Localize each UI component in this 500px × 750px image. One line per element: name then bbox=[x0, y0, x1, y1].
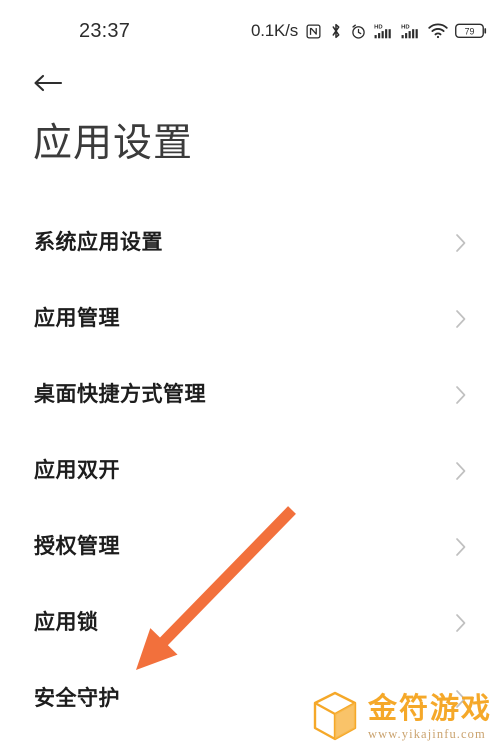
cube-logo-icon bbox=[313, 691, 357, 741]
watermark-brand: 金符游戏 bbox=[367, 693, 492, 725]
list-item-home-screen-shortcut-management[interactable]: 桌面快捷方式管理 bbox=[0, 357, 500, 433]
signal-hd-sim1-icon: HD bbox=[374, 24, 391, 39]
chevron-right-icon bbox=[456, 614, 466, 632]
arrow-left-icon bbox=[34, 74, 63, 92]
chevron-right-icon bbox=[456, 386, 466, 404]
bluetooth-icon bbox=[332, 23, 340, 39]
watermark-url: www.yikajinfu.com bbox=[367, 727, 486, 741]
signal-hd-sim2-icon: HD bbox=[401, 24, 418, 39]
network-speed-label: 0.1K/s bbox=[251, 21, 298, 40]
list-item-system-app-settings[interactable]: 系统应用设置 bbox=[0, 205, 500, 281]
list-item-label: 授权管理 bbox=[34, 535, 120, 558]
chevron-right-icon bbox=[456, 462, 466, 480]
nfc-icon bbox=[306, 23, 321, 39]
status-bar-clock: 23:37 bbox=[79, 20, 131, 42]
list-item-label: 应用锁 bbox=[34, 611, 99, 634]
alarm-clock-icon bbox=[352, 24, 365, 39]
phone-screen: 23:37 0.1K/s HD HD 79 应用设置 系统应用设置 应用管理 桌… bbox=[0, 0, 500, 750]
watermark: 金符游戏 www.yikajinfu.com bbox=[311, 690, 492, 742]
list-item-label: 桌面快捷方式管理 bbox=[34, 383, 206, 406]
list-item-label: 安全守护 bbox=[34, 687, 120, 710]
svg-text:HD: HD bbox=[401, 24, 409, 30]
wifi-icon bbox=[428, 23, 448, 39]
status-bar-indicators: 0.1K/s HD HD 79 bbox=[251, 20, 488, 42]
chevron-right-icon bbox=[456, 234, 466, 252]
chevron-right-icon bbox=[456, 310, 466, 328]
battery-icon: 79 bbox=[455, 23, 487, 39]
page-title: 应用设置 bbox=[33, 122, 194, 165]
list-item-app-lock[interactable]: 应用锁 bbox=[0, 585, 500, 661]
list-item-dual-apps[interactable]: 应用双开 bbox=[0, 433, 500, 509]
svg-text:HD: HD bbox=[374, 24, 382, 30]
battery-level-label: 79 bbox=[465, 27, 475, 37]
list-item-label: 应用双开 bbox=[34, 459, 120, 482]
list-item-app-management[interactable]: 应用管理 bbox=[0, 281, 500, 357]
chevron-right-icon bbox=[456, 538, 466, 556]
status-bar: 23:37 0.1K/s HD HD 79 bbox=[0, 0, 500, 56]
settings-list: 系统应用设置 应用管理 桌面快捷方式管理 应用双开 授权管理 应用锁 安全守护 bbox=[0, 205, 500, 737]
list-item-label: 系统应用设置 bbox=[34, 231, 163, 254]
back-button[interactable] bbox=[32, 66, 74, 100]
list-item-permission-management[interactable]: 授权管理 bbox=[0, 509, 500, 585]
watermark-text: 金符游戏 www.yikajinfu.com bbox=[368, 694, 492, 742]
list-item-label: 应用管理 bbox=[34, 307, 120, 330]
